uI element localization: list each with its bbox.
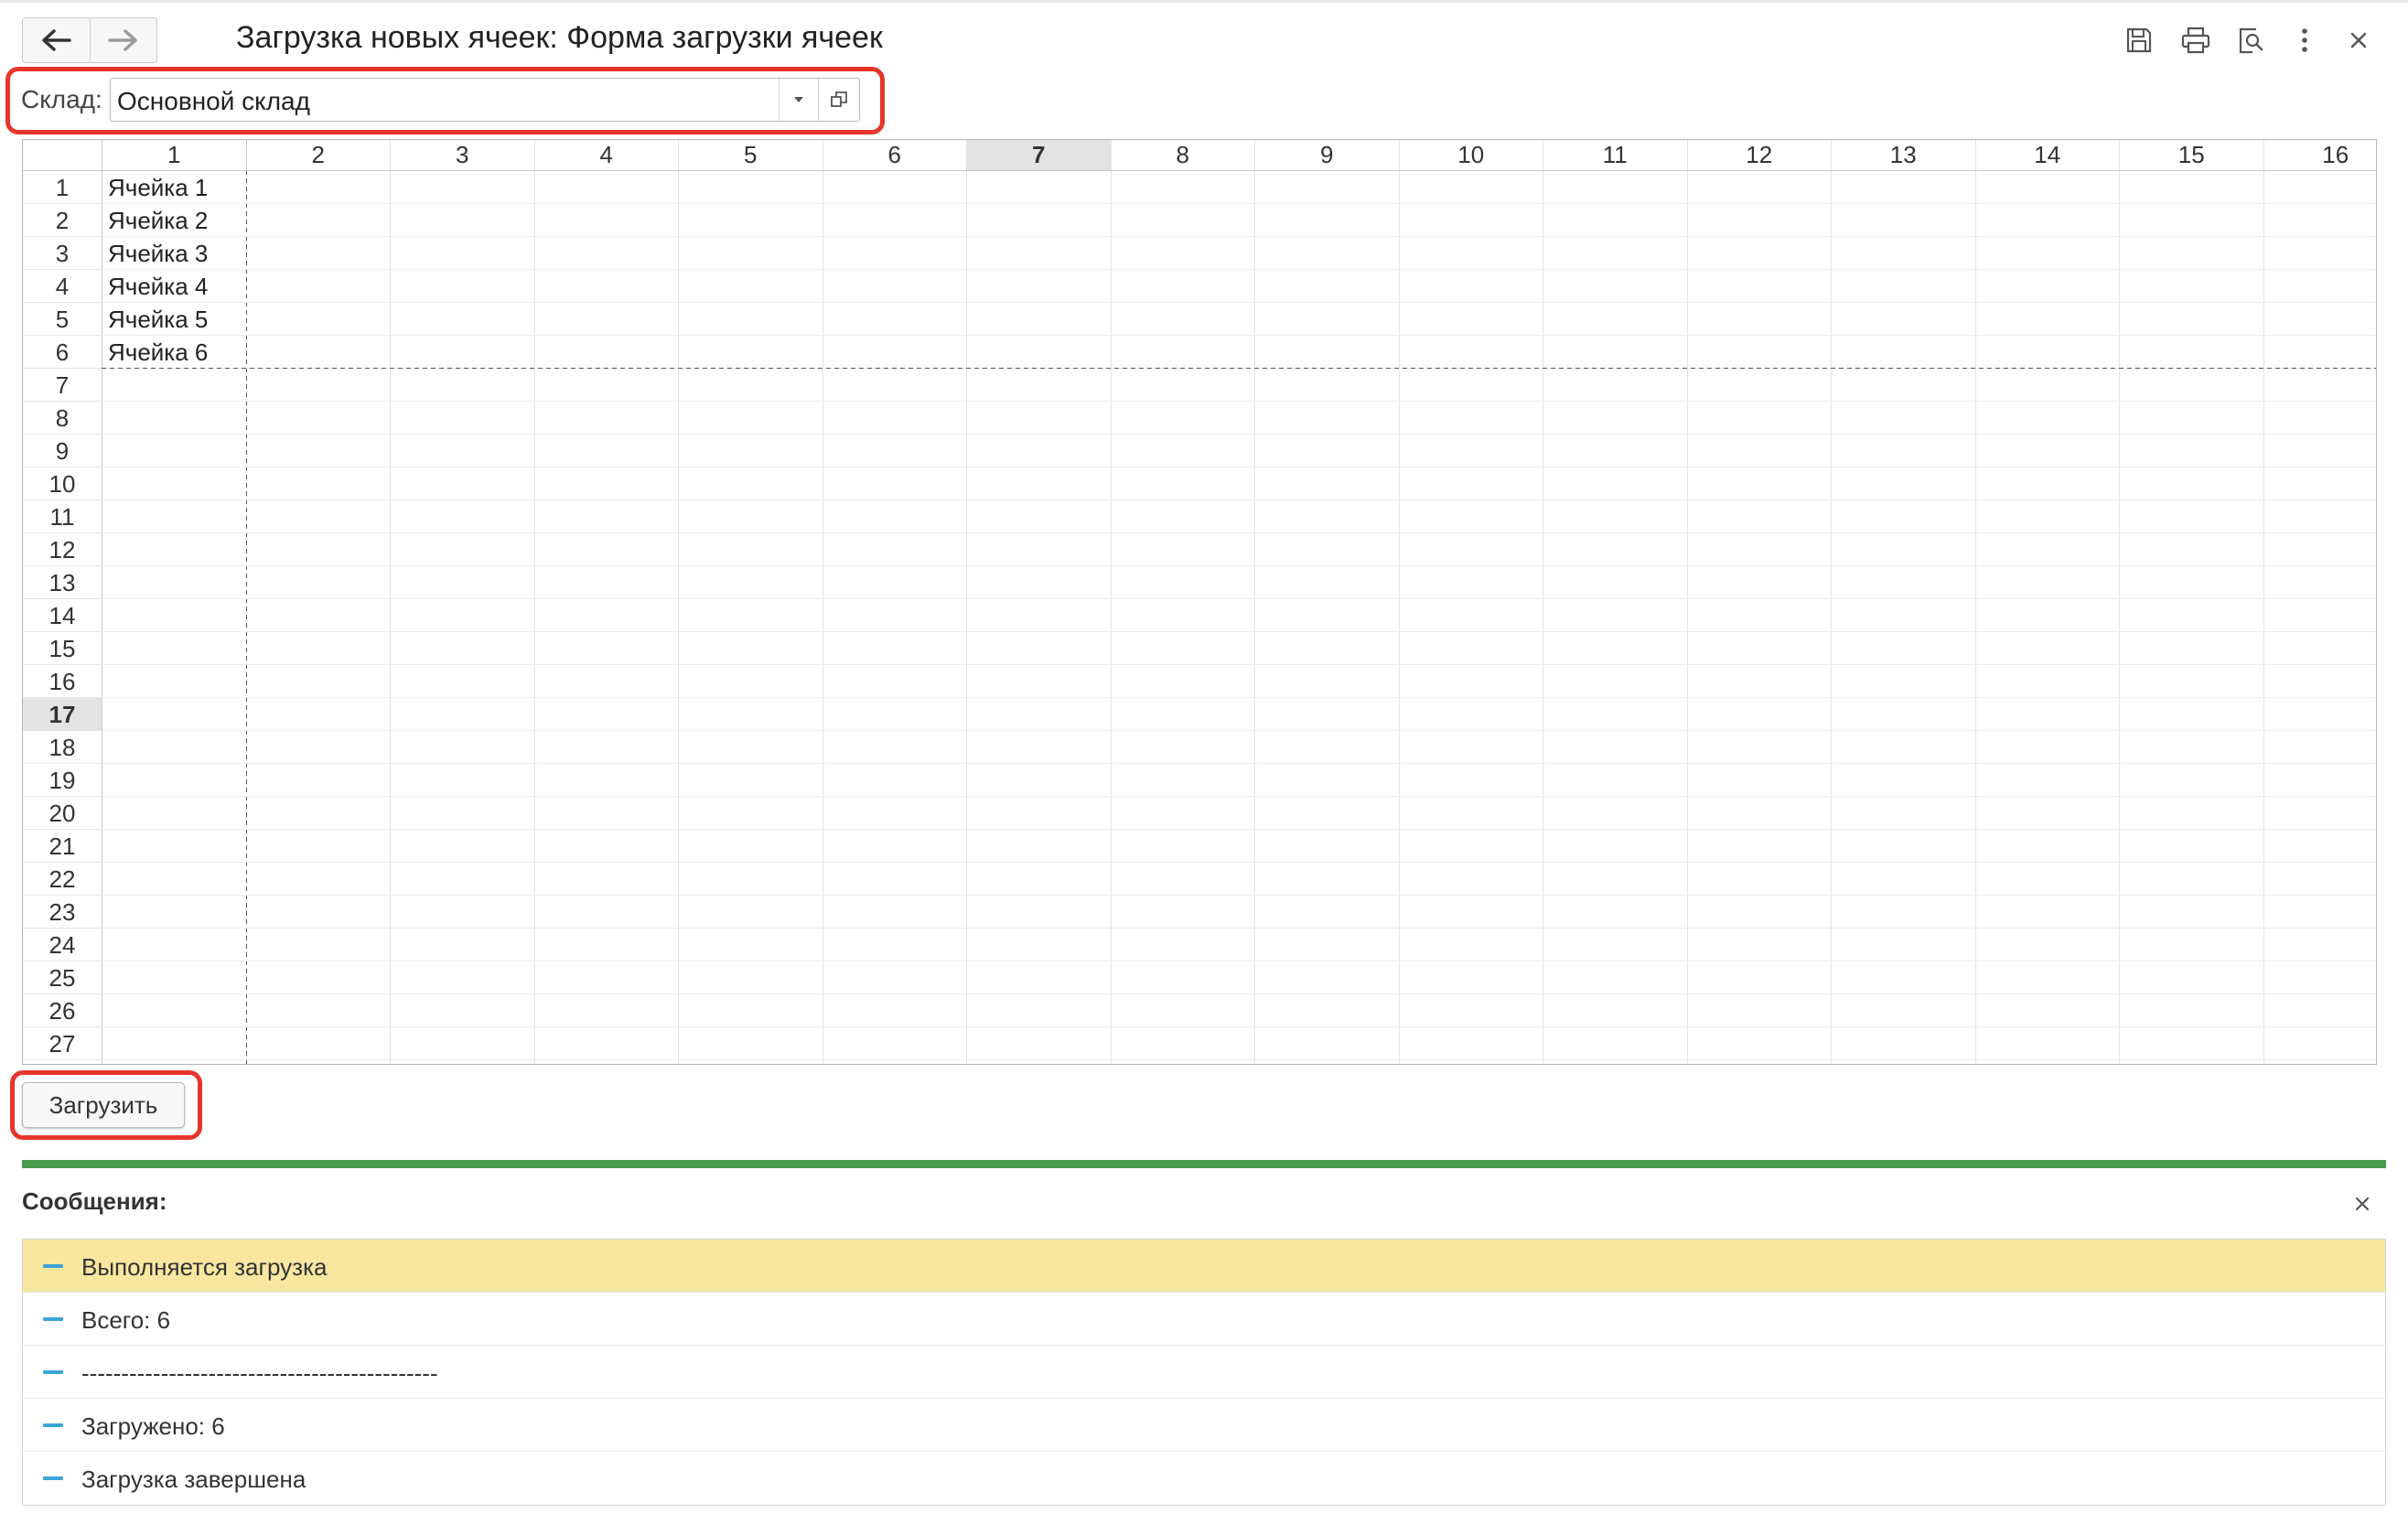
row-header[interactable]: 2 bbox=[23, 204, 102, 237]
arrow-right-icon bbox=[108, 29, 137, 51]
sheet-cell[interactable]: Ячейка 6 bbox=[108, 336, 208, 369]
row-header[interactable]: 3 bbox=[23, 237, 102, 270]
window-top-border bbox=[0, 0, 2408, 3]
grid-lines bbox=[23, 140, 2376, 1064]
sheet-cell[interactable]: Ячейка 4 bbox=[108, 270, 208, 303]
column-header[interactable]: 12 bbox=[1688, 140, 1832, 170]
row-header[interactable]: 27 bbox=[23, 1027, 102, 1060]
warehouse-label: Склад: bbox=[21, 85, 102, 113]
warehouse-field[interactable]: Основной склад bbox=[110, 78, 860, 122]
close-icon bbox=[2355, 1197, 2370, 1211]
preview-icon bbox=[2239, 27, 2263, 54]
message-text: Всего: 6 bbox=[81, 1306, 171, 1334]
message-marker-icon bbox=[43, 1370, 63, 1374]
messages-separator bbox=[22, 1160, 2386, 1168]
message-marker-icon bbox=[43, 1317, 63, 1321]
message-marker-icon bbox=[43, 1423, 63, 1427]
message-text: ----------------------------------------… bbox=[81, 1359, 438, 1387]
warehouse-dropdown-button[interactable] bbox=[779, 79, 818, 121]
row-header[interactable]: 19 bbox=[23, 764, 102, 797]
page-title: Загрузка новых ячеек: Форма загрузки яче… bbox=[236, 20, 883, 55]
message-marker-icon bbox=[43, 1264, 63, 1268]
column-header[interactable]: 4 bbox=[535, 140, 679, 170]
message-item[interactable]: Загружено: 6 bbox=[23, 1399, 2385, 1452]
print-button[interactable] bbox=[2177, 22, 2214, 59]
row-header[interactable]: 8 bbox=[23, 402, 102, 435]
row-header[interactable]: 14 bbox=[23, 599, 102, 632]
column-header[interactable]: 15 bbox=[2120, 140, 2263, 170]
save-button[interactable] bbox=[2121, 22, 2157, 59]
column-header[interactable]: 1 bbox=[102, 140, 246, 170]
more-actions-button[interactable] bbox=[2286, 22, 2323, 59]
message-item[interactable]: Всего: 6 bbox=[23, 1293, 2385, 1346]
column-header[interactable]: 11 bbox=[1543, 140, 1687, 170]
close-form-button[interactable] bbox=[2340, 22, 2377, 59]
load-button[interactable]: Загрузить bbox=[22, 1082, 185, 1128]
row-header[interactable]: 13 bbox=[23, 566, 102, 599]
messages-close-button[interactable] bbox=[2348, 1189, 2377, 1219]
message-item[interactable]: Выполняется загрузка bbox=[23, 1240, 2385, 1293]
spreadsheet-document[interactable]: 1 2 3 4 5 6 7 8 9 10 11 12 13 14 15 16 1 2 3 4 5 6 7 8 9 10 11 12 1… bbox=[22, 139, 2377, 1065]
sheet-cell[interactable]: Ячейка 3 bbox=[108, 237, 208, 270]
open-window-icon bbox=[831, 91, 847, 107]
message-text: Выполняется загрузка bbox=[81, 1253, 328, 1281]
message-item[interactable]: Загрузка завершена bbox=[23, 1452, 2385, 1505]
row-header[interactable]: 15 bbox=[23, 632, 102, 665]
column-header[interactable]: 2 bbox=[247, 140, 391, 170]
row-header[interactable]: 12 bbox=[23, 533, 102, 566]
sheet-cell[interactable]: Ячейка 1 bbox=[108, 171, 208, 204]
save-icon bbox=[2126, 27, 2152, 53]
column-header[interactable]: 3 bbox=[391, 140, 534, 170]
row-header[interactable]: 7 bbox=[23, 369, 102, 402]
close-icon bbox=[2350, 32, 2367, 48]
message-text: Загрузка завершена bbox=[81, 1466, 306, 1493]
navigation-buttons bbox=[22, 17, 157, 63]
row-header[interactable]: 20 bbox=[23, 797, 102, 830]
row-header[interactable]: 11 bbox=[23, 500, 102, 533]
row-header[interactable]: 21 bbox=[23, 830, 102, 863]
messages-title: Сообщения: bbox=[22, 1187, 167, 1215]
row-header[interactable]: 4 bbox=[23, 270, 102, 303]
chevron-down-icon bbox=[794, 97, 803, 102]
row-header[interactable]: 18 bbox=[23, 731, 102, 764]
message-item[interactable]: ----------------------------------------… bbox=[23, 1346, 2385, 1399]
column-header[interactable]: 6 bbox=[823, 140, 967, 170]
row-header[interactable]: 25 bbox=[23, 961, 102, 994]
sheet-cell[interactable]: Ячейка 2 bbox=[108, 204, 208, 237]
row-header[interactable]: 26 bbox=[23, 994, 102, 1027]
row-header[interactable]: 10 bbox=[23, 467, 102, 500]
column-header[interactable]: 10 bbox=[1400, 140, 1543, 170]
message-text: Загружено: 6 bbox=[81, 1412, 225, 1440]
sheet-cell[interactable]: Ячейка 5 bbox=[108, 303, 208, 336]
warehouse-open-button[interactable] bbox=[818, 79, 859, 121]
column-header[interactable]: 13 bbox=[1832, 140, 1975, 170]
print-icon bbox=[2181, 27, 2210, 54]
row-header[interactable]: 9 bbox=[23, 435, 102, 467]
row-header[interactable]: 1 bbox=[23, 171, 102, 204]
preview-button[interactable] bbox=[2232, 22, 2269, 59]
row-header[interactable]: 16 bbox=[23, 665, 102, 698]
forward-button[interactable] bbox=[89, 18, 157, 62]
row-header[interactable]: 6 bbox=[23, 336, 102, 369]
column-header[interactable]: 5 bbox=[679, 140, 822, 170]
row-header[interactable]: 24 bbox=[23, 929, 102, 961]
row-header[interactable]: 17 bbox=[23, 698, 102, 731]
row-header[interactable]: 22 bbox=[23, 863, 102, 896]
warehouse-value: Основной склад bbox=[117, 87, 310, 115]
row-header[interactable]: 23 bbox=[23, 896, 102, 929]
column-header[interactable]: 16 bbox=[2264, 140, 2377, 170]
column-header[interactable]: 8 bbox=[1112, 140, 1255, 170]
column-header[interactable]: 14 bbox=[1976, 140, 2120, 170]
arrow-left-icon bbox=[42, 29, 71, 51]
column-header[interactable]: 9 bbox=[1255, 140, 1399, 170]
back-button[interactable] bbox=[23, 18, 90, 62]
row-header[interactable]: 5 bbox=[23, 303, 102, 336]
column-header[interactable]: 7 bbox=[967, 140, 1111, 170]
more-icon bbox=[2302, 28, 2307, 52]
message-marker-icon bbox=[43, 1476, 63, 1480]
messages-list: Выполняется загрузка Всего: 6 ----------… bbox=[22, 1239, 2386, 1506]
